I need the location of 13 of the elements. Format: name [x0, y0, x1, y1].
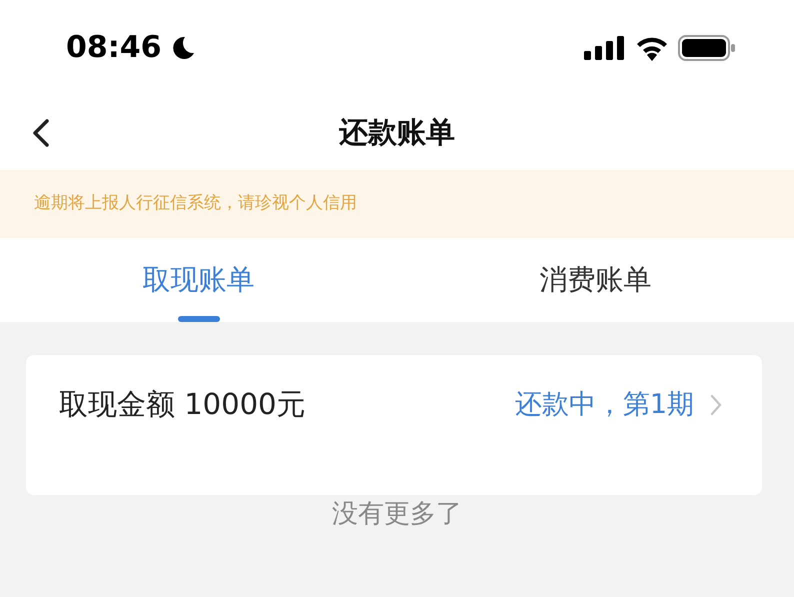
bill-amount: 取现金额 10000元 — [59, 386, 306, 423]
status-time: 08:46 — [66, 29, 162, 67]
page-title: 还款账单 — [339, 114, 455, 151]
back-button[interactable] — [30, 117, 52, 149]
chevron-right-icon — [710, 394, 722, 416]
notice-text: 逾期将上报人行征信系统，请珍视个人信用 — [34, 192, 357, 216]
bill-status: 还款中，第1期 — [514, 388, 694, 422]
bill-card[interactable]: 取现金额 10000元 还款中，第1期 — [26, 355, 762, 495]
no-more-text: 没有更多了 — [332, 499, 462, 529]
tab[interactable]: 取现账单 — [0, 238, 397, 322]
signal-icon — [584, 36, 626, 60]
battery-icon — [678, 34, 736, 60]
tab[interactable]: 消费账单 — [397, 238, 794, 322]
